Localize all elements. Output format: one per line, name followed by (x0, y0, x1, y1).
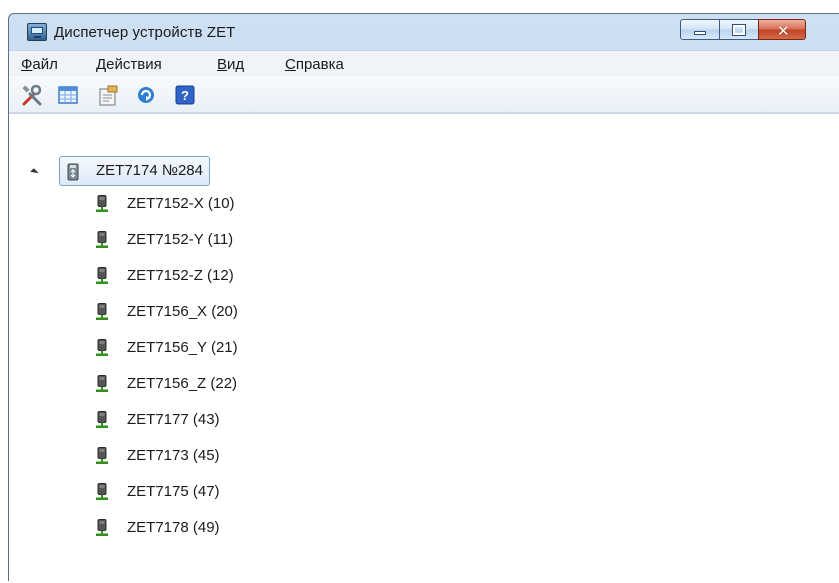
menu-view-accel: В (217, 56, 228, 73)
sensor-icon (95, 339, 109, 357)
device-manager-icon (27, 23, 47, 41)
menu-actions-accel: Д (96, 56, 107, 73)
tree-child-label: ZET7156_X (20) (127, 303, 238, 320)
menu-bar: Файл Действия Вид Справка (9, 50, 839, 77)
minimize-button[interactable] (680, 19, 720, 40)
tree-child-label: ZET7152-X (10) (127, 195, 235, 212)
menu-view[interactable]: Вид (217, 56, 244, 73)
tree-child-label: ZET7177 (43) (127, 411, 220, 428)
tree-child-label: ZET7152-Y (11) (127, 231, 234, 248)
sensor-icon (95, 483, 109, 501)
menu-help-accel: С (285, 56, 296, 73)
help-icon[interactable]: ? (175, 85, 195, 105)
tree-child-label: ZET7152-Z (12) (127, 267, 234, 284)
tools-icon[interactable] (21, 84, 42, 106)
close-button[interactable]: ✕ (758, 19, 806, 40)
tree-root-label: ZET7174 №284 (96, 162, 203, 179)
window-title: Диспетчер устройств ZET (54, 24, 236, 41)
sensor-icon (95, 231, 109, 249)
menu-help[interactable]: Справка (285, 56, 344, 73)
menu-file-accel: Ф (21, 56, 33, 73)
sensor-icon (95, 267, 109, 285)
tree-child-label: ZET7156_Z (22) (127, 375, 238, 392)
menu-actions[interactable]: Действия (96, 56, 162, 73)
close-icon: ✕ (777, 22, 790, 40)
device-manager-window: Диспетчер устройств ZET ✕ Файл Действия … (8, 13, 839, 583)
tree-root-item[interactable]: ZET7174 №284 (59, 156, 210, 186)
properties-icon[interactable] (97, 85, 118, 106)
tree-child-label: ZET7173 (45) (127, 447, 220, 464)
tree-child-label: ZET7178 (49) (127, 519, 220, 536)
menu-file-rest: айл (32, 56, 58, 73)
expand-collapse-icon[interactable] (30, 168, 39, 177)
menu-view-rest: ид (227, 56, 245, 73)
title-bar[interactable]: Диспетчер устройств ZET ✕ (9, 14, 839, 50)
sensor-icon (95, 375, 109, 393)
menu-file[interactable]: Файл (21, 56, 58, 73)
help-glyph: ? (181, 88, 189, 103)
sensor-icon (95, 195, 109, 213)
menu-help-rest: правка (295, 56, 344, 73)
sensor-icon (95, 411, 109, 429)
maximize-button[interactable] (719, 19, 759, 40)
tree-child-label: ZET7175 (47) (127, 483, 220, 500)
maximize-icon (732, 24, 746, 36)
sensor-icon (95, 447, 109, 465)
menu-actions-rest: ействия (106, 56, 162, 73)
toolbar: ? (9, 76, 839, 113)
sensor-icon (95, 519, 109, 537)
tree-child-label: ZET7156_Y (21) (127, 339, 238, 356)
device-tree: ZET7174 №284 ZET7152-X (10) ZET7152-Y (11… (9, 113, 839, 583)
refresh-icon[interactable] (136, 85, 156, 105)
usb-device-icon (67, 163, 79, 181)
table-icon[interactable] (58, 85, 78, 105)
sensor-icon (95, 303, 109, 321)
minimize-icon (694, 31, 706, 35)
